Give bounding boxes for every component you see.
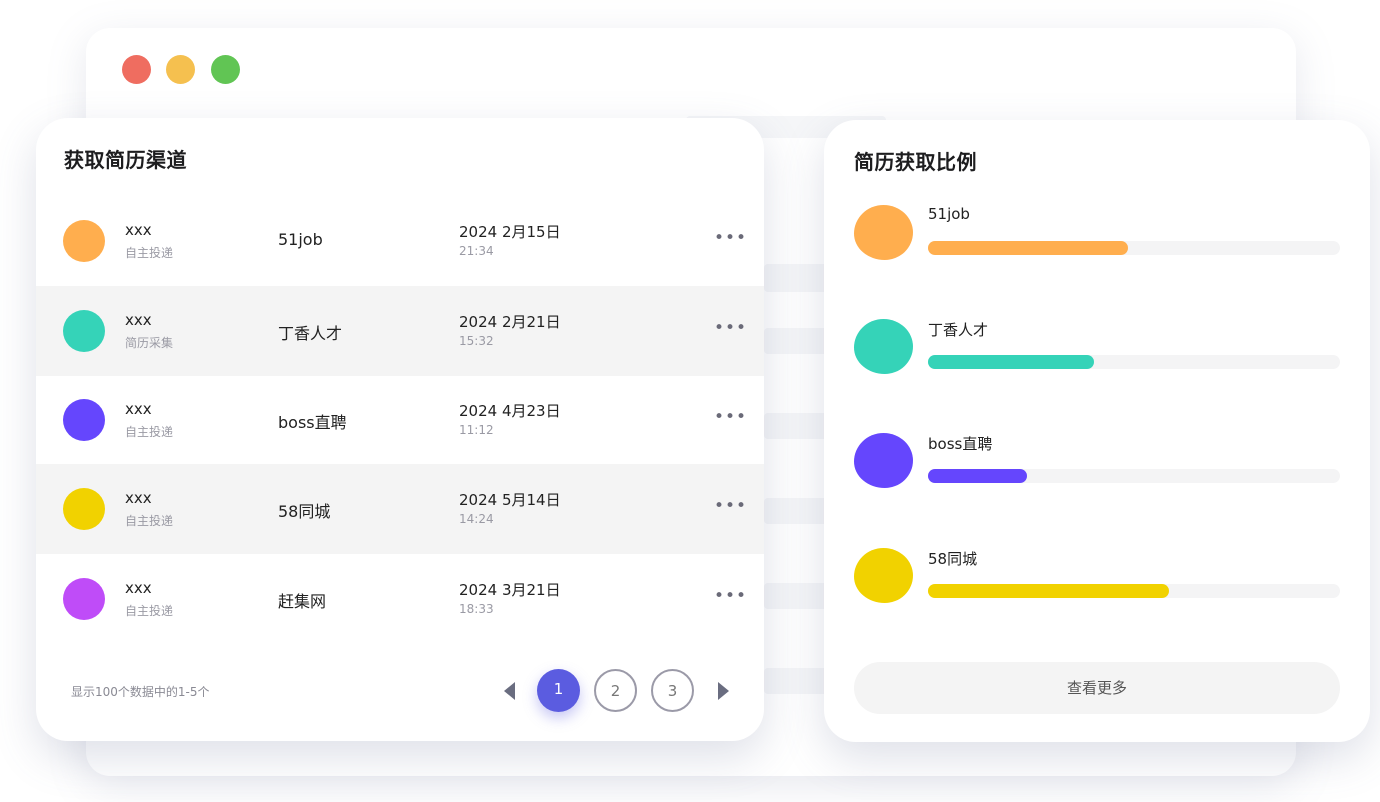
ratio-label: 丁香人才 xyxy=(928,321,989,339)
ratio-title: 简历获取比例 xyxy=(854,150,977,174)
channel-color-badge xyxy=(854,205,913,260)
page-button-1[interactable]: 1 xyxy=(537,669,580,712)
page-button-3[interactable]: 3 xyxy=(651,669,694,712)
avatar xyxy=(63,220,105,262)
received-time: 18:33 xyxy=(459,602,494,616)
ratio-label: 58同城 xyxy=(928,550,978,568)
candidate-name: xxx xyxy=(125,579,152,597)
progress-track xyxy=(928,241,1340,255)
candidate-source: 自主投递 xyxy=(125,514,174,528)
more-options-icon[interactable]: ••• xyxy=(714,498,747,515)
stage: 获取简历渠道 xxx 自主投递 51job 2024 2月15日 21:34 •… xyxy=(0,0,1380,802)
avatar xyxy=(63,310,105,352)
progress-fill xyxy=(928,241,1128,255)
progress-fill xyxy=(928,584,1170,598)
resume-channels-card: 获取简历渠道 xxx 自主投递 51job 2024 2月15日 21:34 •… xyxy=(36,118,764,741)
avatar xyxy=(63,399,105,441)
received-date: 2024 2月15日 xyxy=(459,223,561,241)
minimize-window-button[interactable] xyxy=(166,55,195,84)
received-time: 15:32 xyxy=(459,334,494,348)
more-options-icon[interactable]: ••• xyxy=(714,409,747,426)
more-options-icon[interactable]: ••• xyxy=(714,320,747,337)
resume-ratio-card: 简历获取比例 51job 丁香人才 boss直聘 58同城 查看更多 xyxy=(824,120,1370,742)
candidate-source: 自主投递 xyxy=(125,246,174,260)
candidate-source: 简历采集 xyxy=(125,336,174,350)
candidate-name: xxx xyxy=(125,311,152,329)
table-row[interactable]: xxx 自主投递 51job 2024 2月15日 21:34 ••• xyxy=(36,196,764,286)
prev-page-icon[interactable] xyxy=(504,682,515,700)
view-more-button[interactable]: 查看更多 xyxy=(854,662,1340,714)
avatar xyxy=(63,578,105,620)
ratio-label: boss直聘 xyxy=(928,435,993,453)
ratio-item: boss直聘 xyxy=(824,433,1370,503)
progress-track xyxy=(928,584,1340,598)
ratio-item: 51job xyxy=(824,205,1370,275)
avatar xyxy=(63,488,105,530)
candidate-name: xxx xyxy=(125,221,152,239)
progress-fill xyxy=(928,355,1095,369)
ratio-label: 51job xyxy=(928,205,970,223)
table-row[interactable]: xxx 自主投递 赶集网 2024 3月21日 18:33 ••• xyxy=(36,554,764,644)
more-options-icon[interactable]: ••• xyxy=(714,230,747,247)
page-button-2[interactable]: 2 xyxy=(594,669,637,712)
channels-title: 获取简历渠道 xyxy=(64,148,187,172)
pagination-summary: 显示100个数据中的1-5个 xyxy=(71,685,210,699)
progress-track xyxy=(928,469,1340,483)
channel-color-badge xyxy=(854,548,913,603)
close-window-button[interactable] xyxy=(122,55,151,84)
received-date: 2024 4月23日 xyxy=(459,402,561,420)
channel-name: 51job xyxy=(278,230,323,249)
more-options-icon[interactable]: ••• xyxy=(714,588,747,605)
progress-track xyxy=(928,355,1340,369)
received-time: 14:24 xyxy=(459,512,494,526)
received-date: 2024 2月21日 xyxy=(459,313,561,331)
received-date: 2024 5月14日 xyxy=(459,491,561,509)
channel-color-badge xyxy=(854,433,913,488)
table-row[interactable]: xxx 简历采集 丁香人才 2024 2月21日 15:32 ••• xyxy=(36,286,764,376)
ratio-item: 58同城 xyxy=(824,548,1370,618)
channel-name: 丁香人才 xyxy=(278,324,343,343)
ratio-item: 丁香人才 xyxy=(824,319,1370,389)
received-date: 2024 3月21日 xyxy=(459,581,561,599)
table-row[interactable]: xxx 自主投递 boss直聘 2024 4月23日 11:12 ••• xyxy=(36,375,764,465)
received-time: 21:34 xyxy=(459,244,494,258)
channel-color-badge xyxy=(854,319,913,374)
received-time: 11:12 xyxy=(459,423,494,437)
candidate-name: xxx xyxy=(125,489,152,507)
next-page-icon[interactable] xyxy=(718,682,729,700)
candidate-source: 自主投递 xyxy=(125,604,174,618)
progress-fill xyxy=(928,469,1027,483)
channel-name: 赶集网 xyxy=(278,592,327,611)
candidate-source: 自主投递 xyxy=(125,425,174,439)
channel-name: 58同城 xyxy=(278,502,331,521)
candidate-name: xxx xyxy=(125,400,152,418)
maximize-window-button[interactable] xyxy=(211,55,240,84)
channel-name: boss直聘 xyxy=(278,413,347,432)
table-row[interactable]: xxx 自主投递 58同城 2024 5月14日 14:24 ••• xyxy=(36,464,764,554)
